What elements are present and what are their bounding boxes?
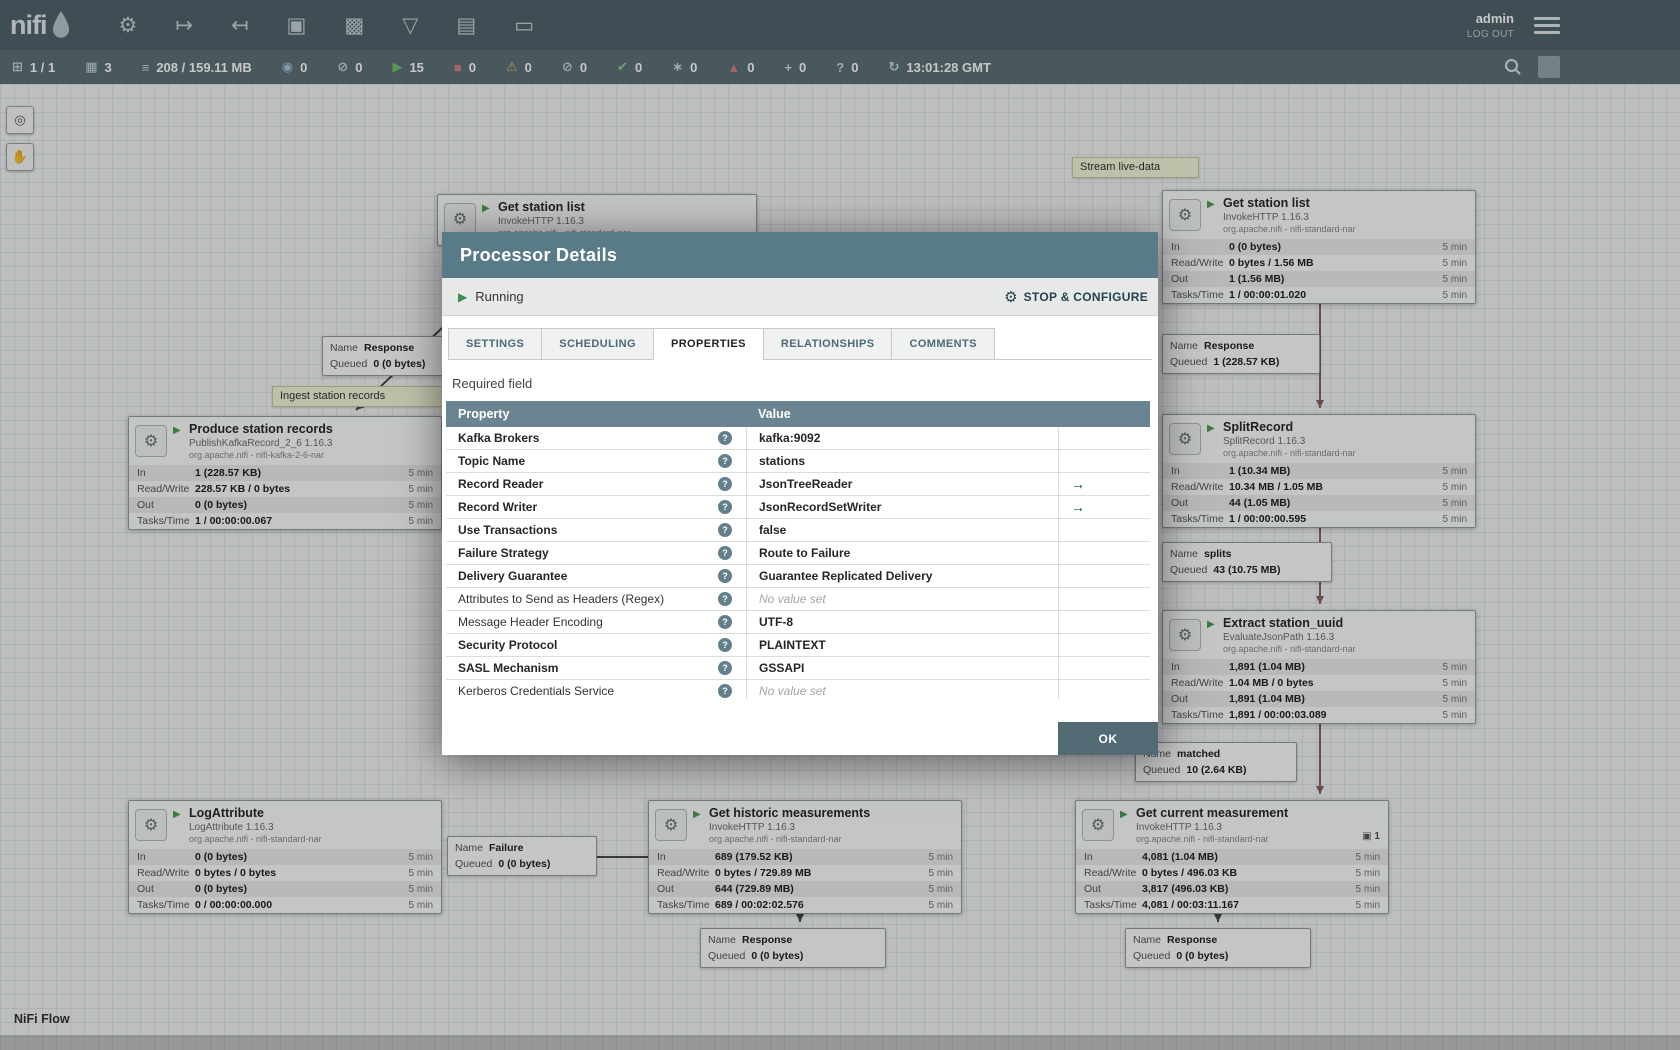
help-icon[interactable]: ?: [718, 615, 732, 629]
property-value: JsonTreeReader: [759, 477, 853, 491]
property-value: stations: [759, 454, 806, 468]
tab-properties[interactable]: PROPERTIES: [652, 328, 763, 360]
properties-table: Property Value Kafka Brokers? kafka:9092 T…: [446, 401, 1150, 699]
help-icon[interactable]: ?: [718, 592, 732, 606]
property-row[interactable]: Security Protocol? PLAINTEXT: [446, 634, 1150, 657]
help-icon[interactable]: ?: [718, 569, 732, 583]
property-name: Attributes to Send as Headers (Regex): [458, 592, 665, 606]
required-field-note: Required field: [452, 376, 533, 391]
property-name: Delivery Guarantee: [458, 569, 568, 583]
dialog-title: Processor Details: [442, 232, 1158, 278]
property-value: UTF-8: [759, 615, 793, 629]
property-value: No value set: [759, 684, 826, 698]
property-value: JsonRecordSetWriter: [759, 500, 882, 514]
property-value: PLAINTEXT: [759, 638, 826, 652]
properties-table-header: Property Value: [446, 401, 1150, 427]
property-name: Message Header Encoding: [458, 615, 603, 629]
property-value: No value set: [759, 592, 826, 606]
property-row[interactable]: Record Reader? JsonTreeReader →: [446, 473, 1150, 496]
dialog-status-row: ▶ Running ⚙ STOP & CONFIGURE: [442, 278, 1158, 316]
property-row[interactable]: Attributes to Send as Headers (Regex)? No…: [446, 588, 1150, 611]
dialog-tabs: SETTINGS SCHEDULING PROPERTIES RELATIONSHIP…: [448, 328, 1152, 360]
property-name: Topic Name: [458, 454, 526, 468]
stop-and-configure-button[interactable]: ⚙ STOP & CONFIGURE: [1004, 288, 1148, 306]
property-row[interactable]: Delivery Guarantee? Guarantee Replicated …: [446, 565, 1150, 588]
property-row[interactable]: SASL Mechanism? GSSAPI: [446, 657, 1150, 680]
property-value: Route to Failure: [759, 546, 851, 560]
gear-icon: ⚙: [1004, 288, 1018, 306]
tab-settings[interactable]: SETTINGS: [448, 328, 542, 360]
tab-scheduling[interactable]: SCHEDULING: [541, 328, 653, 360]
property-name: Security Protocol: [458, 638, 558, 652]
property-name: Use Transactions: [458, 523, 558, 537]
property-value: false: [759, 523, 787, 537]
property-name: SASL Mechanism: [458, 661, 559, 675]
property-row[interactable]: Record Writer? JsonRecordSetWriter →: [446, 496, 1150, 519]
property-name: Record Reader: [458, 477, 544, 491]
property-row[interactable]: Failure Strategy? Route to Failure: [446, 542, 1150, 565]
property-row[interactable]: Use Transactions? false: [446, 519, 1150, 542]
tab-comments[interactable]: COMMENTS: [891, 328, 995, 360]
property-name: Record Writer: [458, 500, 538, 514]
property-name: Kafka Brokers: [458, 431, 540, 445]
property-value: kafka:9092: [759, 431, 821, 445]
property-row[interactable]: Topic Name? stations: [446, 450, 1150, 473]
help-icon[interactable]: ?: [718, 546, 732, 560]
processor-details-dialog: Processor Details ▶ Running ⚙ STOP & CON…: [442, 232, 1158, 755]
property-name: Kerberos Credentials Service: [458, 684, 615, 698]
help-icon[interactable]: ?: [718, 431, 732, 445]
help-icon[interactable]: ?: [718, 500, 732, 514]
help-icon[interactable]: ?: [718, 661, 732, 675]
help-icon[interactable]: ?: [718, 684, 732, 698]
running-state-icon: ▶: [458, 289, 468, 304]
property-row[interactable]: Message Header Encoding? UTF-8: [446, 611, 1150, 634]
help-icon[interactable]: ?: [718, 638, 732, 652]
go-to-service-icon[interactable]: →: [1071, 499, 1085, 515]
ok-button[interactable]: OK: [1058, 722, 1158, 755]
run-state-label: Running: [475, 289, 524, 304]
go-to-service-icon[interactable]: →: [1071, 476, 1085, 492]
help-icon[interactable]: ?: [718, 523, 732, 537]
property-row[interactable]: Kafka Brokers? kafka:9092: [446, 427, 1150, 450]
value-column-header: Value: [758, 407, 791, 421]
tab-relationships[interactable]: RELATIONSHIPS: [762, 328, 892, 360]
help-icon[interactable]: ?: [718, 477, 732, 491]
property-value: GSSAPI: [759, 661, 805, 675]
property-column-header: Property: [458, 407, 510, 421]
property-value: Guarantee Replicated Delivery: [759, 569, 933, 583]
property-row[interactable]: Kerberos Credentials Service? No value se…: [446, 680, 1150, 699]
help-icon[interactable]: ?: [718, 454, 732, 468]
property-name: Failure Strategy: [458, 546, 549, 560]
